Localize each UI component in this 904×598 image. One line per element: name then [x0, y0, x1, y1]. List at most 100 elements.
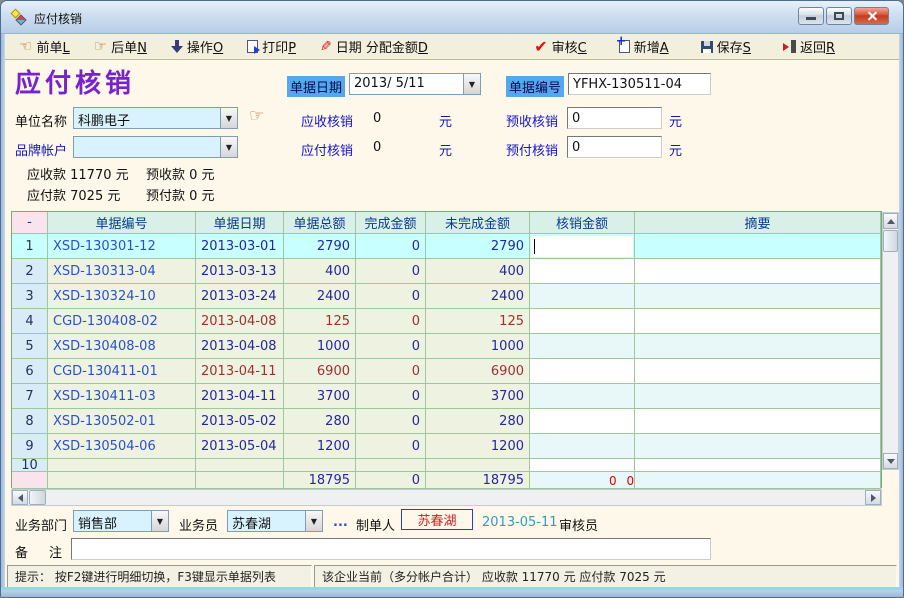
cell-writeoff-amount[interactable] — [530, 409, 635, 434]
column-header-6[interactable]: 核销金额 — [530, 212, 635, 234]
column-header-7[interactable]: 摘要 — [635, 212, 881, 234]
cell-undone-amount[interactable]: 1000 — [426, 334, 530, 359]
cell-done-amount[interactable]: 0 — [356, 434, 426, 459]
toolbar-button-prev-doc[interactable]: ☜ 前单L — [15, 35, 74, 58]
cell-writeoff-amount[interactable] — [530, 284, 635, 309]
h-scroll-thumb[interactable] — [29, 490, 46, 505]
cell-doc-code[interactable] — [48, 459, 196, 472]
cell-undone-amount[interactable]: 125 — [426, 309, 530, 334]
table-row-7[interactable]: 7XSD-130411-032013-04-11370003700 — [12, 384, 881, 409]
brand-combo[interactable]: ▼ — [73, 136, 238, 158]
more-button[interactable]: ... — [333, 515, 348, 530]
table-row-6[interactable]: 6CGD-130411-012013-04-11690006900 — [12, 359, 881, 384]
cell-undone-amount[interactable]: 400 — [426, 259, 530, 284]
cell-doc-code[interactable]: XSD-130411-03 — [48, 384, 196, 409]
table-row-9[interactable]: 9XSD-130504-062013-05-04120001200 — [12, 434, 881, 459]
row-number[interactable]: 9 — [12, 434, 48, 459]
window-titlebar[interactable]: 应付核销 — [1, 1, 904, 34]
toolbar-button-new[interactable]: 新增A — [615, 35, 673, 58]
cell-doc-date[interactable]: 2013-05-04 — [196, 434, 284, 459]
dept-dropdown-icon[interactable]: ▼ — [151, 511, 168, 531]
maximize-button[interactable] — [826, 7, 852, 25]
cell-doc-code[interactable]: CGD-130408-02 — [48, 309, 196, 334]
cell-total-amount[interactable]: 2790 — [284, 234, 356, 259]
column-header-5[interactable]: 未完成金额 — [426, 212, 530, 234]
doc-no-input[interactable] — [568, 73, 711, 95]
cell-memo[interactable] — [635, 434, 881, 459]
pre-pay-writeoff-input[interactable] — [567, 136, 662, 158]
cell-undone-amount[interactable]: 3700 — [426, 384, 530, 409]
cell-total-amount[interactable]: 1200 — [284, 434, 356, 459]
table-row-8[interactable]: 8XSD-130502-012013-05-022800280 — [12, 409, 881, 434]
cell-doc-date[interactable]: 2013-04-11 — [196, 359, 284, 384]
cell-doc-date[interactable]: 2013-04-08 — [196, 309, 284, 334]
cell-done-amount[interactable]: 0 — [356, 384, 426, 409]
cell-writeoff-amount[interactable] — [530, 384, 635, 409]
cell-done-amount[interactable]: 0 — [356, 409, 426, 434]
table-row-3[interactable]: 3XSD-130324-102013-03-24240002400 — [12, 284, 881, 309]
cell-undone-amount[interactable]: 1200 — [426, 434, 530, 459]
cell-doc-date[interactable]: 2013-03-01 — [196, 234, 284, 259]
row-number[interactable]: 8 — [12, 409, 48, 434]
salesman-combo[interactable]: 苏春湖 ▼ — [227, 510, 323, 532]
note-input[interactable] — [71, 538, 711, 560]
toolbar-button-audit[interactable]: ✔ 审核C — [530, 35, 591, 58]
cell-done-amount[interactable]: 0 — [356, 309, 426, 334]
row-number[interactable]: 4 — [12, 309, 48, 334]
writeoff-amount-editor[interactable] — [531, 236, 633, 257]
cell-doc-code[interactable]: XSD-130313-04 — [48, 259, 196, 284]
pre-recv-writeoff-input[interactable] — [567, 107, 662, 129]
toolbar-button-operate[interactable]: 操作O — [167, 35, 227, 58]
table-row-1[interactable]: 1XSD-130301-122013-03-01279002790 — [12, 234, 881, 259]
column-header-3[interactable]: 单据总额 — [284, 212, 356, 234]
cell-done-amount[interactable]: 0 — [356, 334, 426, 359]
cell-writeoff-amount[interactable] — [530, 309, 635, 334]
row-number[interactable]: 10 — [12, 459, 48, 472]
cell-total-amount[interactable]: 3700 — [284, 384, 356, 409]
cell-total-amount[interactable]: 2400 — [284, 284, 356, 309]
unit-combo[interactable]: 科鹏电子 ▼ — [73, 107, 238, 129]
cell-writeoff-amount[interactable] — [530, 434, 635, 459]
cell-doc-date[interactable]: 2013-03-24 — [196, 284, 284, 309]
cell-memo[interactable] — [635, 384, 881, 409]
cell-done-amount[interactable]: 0 — [356, 359, 426, 384]
cell-total-amount[interactable]: 6900 — [284, 359, 356, 384]
row-number[interactable]: 5 — [12, 334, 48, 359]
row-number[interactable]: 2 — [12, 259, 48, 284]
cell-writeoff-amount[interactable] — [530, 459, 635, 472]
cell-total-amount[interactable]: 125 — [284, 309, 356, 334]
cell-memo[interactable] — [635, 259, 881, 284]
column-header-2[interactable]: 单据日期 — [196, 212, 284, 234]
cell-undone-amount[interactable]: 2790 — [426, 234, 530, 259]
cell-writeoff-amount[interactable] — [530, 259, 635, 284]
table-row-2[interactable]: 2XSD-130313-042013-03-134000400 — [12, 259, 881, 284]
h-scroll-right-button[interactable] — [865, 490, 881, 505]
toolbar-button-save[interactable]: 保存S — [697, 35, 755, 58]
v-scroll-up-button[interactable] — [883, 213, 898, 229]
toolbar-button-next-doc[interactable]: ☞ 后单N — [90, 35, 151, 58]
cell-writeoff-amount[interactable] — [530, 359, 635, 384]
cell-undone-amount[interactable]: 2400 — [426, 284, 530, 309]
toolbar-button-date-allocate[interactable]: ✎ 日期 分配金额D — [316, 35, 432, 58]
close-button[interactable] — [854, 7, 889, 25]
row-number[interactable]: 6 — [12, 359, 48, 384]
column-header-0[interactable]: - — [12, 212, 48, 234]
cell-memo[interactable] — [635, 284, 881, 309]
v-scroll-down-button[interactable] — [883, 453, 898, 469]
v-scroll-thumb[interactable] — [883, 230, 898, 252]
cell-total-amount[interactable]: 1000 — [284, 334, 356, 359]
cell-doc-date[interactable]: 2013-03-13 — [196, 259, 284, 284]
cell-doc-date[interactable]: 2013-05-02 — [196, 409, 284, 434]
column-header-1[interactable]: 单据编号 — [48, 212, 196, 234]
brand-dropdown-icon[interactable]: ▼ — [220, 137, 237, 157]
cell-writeoff-amount[interactable] — [530, 334, 635, 359]
cell-doc-code[interactable]: XSD-130502-01 — [48, 409, 196, 434]
cell-total-amount[interactable] — [284, 459, 356, 472]
cell-done-amount[interactable]: 0 — [356, 259, 426, 284]
row-number[interactable]: 3 — [12, 284, 48, 309]
v-scrollbar[interactable] — [882, 212, 899, 470]
doc-date-dropdown-icon[interactable]: ▼ — [463, 74, 480, 94]
column-header-4[interactable]: 完成金额 — [356, 212, 426, 234]
cell-memo[interactable] — [635, 309, 881, 334]
minimize-button[interactable] — [798, 7, 824, 25]
